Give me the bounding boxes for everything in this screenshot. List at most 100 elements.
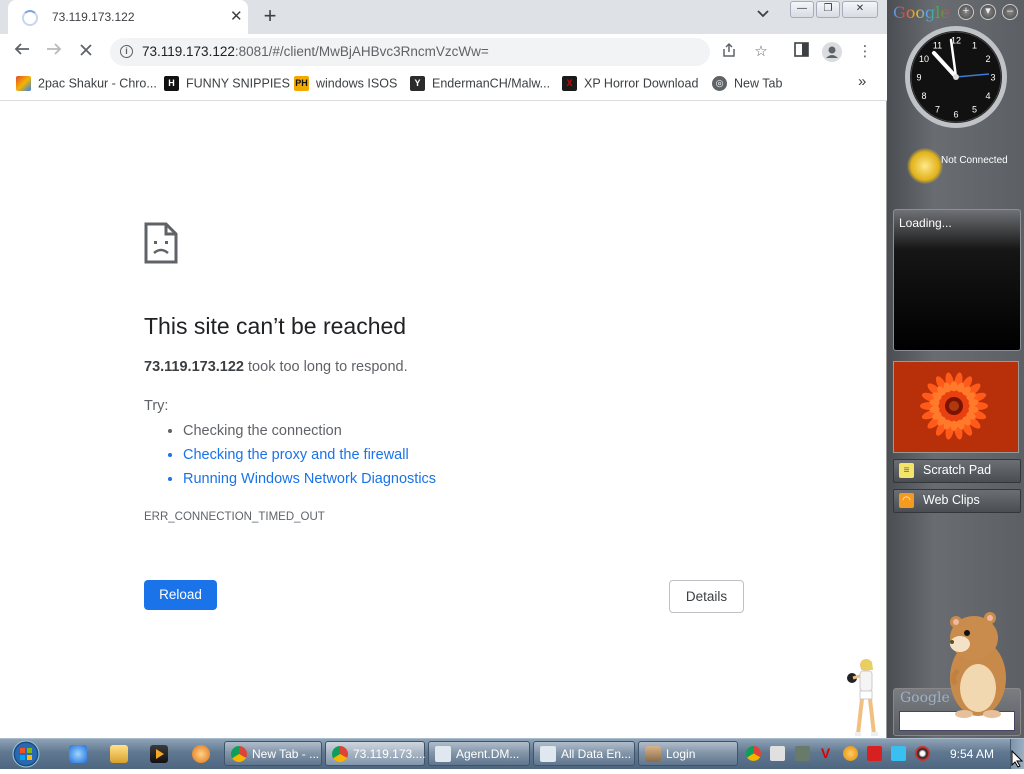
gadget-label: Web Clips <box>923 493 980 507</box>
start-button[interactable] <box>4 739 44 769</box>
tray-flag-icon[interactable] <box>867 746 882 761</box>
clock-numeral: 10 <box>919 54 929 64</box>
taskbar-item-active-browser[interactable]: 73.119.173.... <box>325 741 426 766</box>
taskbar-item-agent[interactable]: Agent.DM... <box>428 741 530 766</box>
minimize-button[interactable]: — <box>790 1 814 18</box>
reload-button[interactable]: Reload <box>144 580 217 610</box>
tab-active[interactable]: 73.119.173.122 ✕ <box>8 0 248 34</box>
media-player-icon[interactable] <box>150 745 168 763</box>
firefox-icon[interactable] <box>192 745 210 763</box>
clock-numeral: 11 <box>933 41 942 51</box>
url-text: 73.119.173.122:8081/#/client/MwBjAHBvc3R… <box>142 44 489 59</box>
side-panel-icon[interactable] <box>791 42 811 62</box>
task-label: Login <box>666 747 696 761</box>
clock-numeral: 9 <box>916 73 921 83</box>
suggestion-check-connection: Checking the connection <box>183 419 436 443</box>
file-explorer-icon[interactable] <box>110 745 128 763</box>
scratch-pad-gadget[interactable]: ≡ Scratch Pad <box>893 459 1021 483</box>
x-logo-icon: X <box>562 76 577 92</box>
taskbar-item-new-tab[interactable]: New Tab - ... <box>224 741 322 766</box>
tab-strip: 73.119.173.122 ✕ + — ❐ ✕ <box>0 0 887 34</box>
address-bar[interactable]: i 73.119.173.122:8081/#/client/MwBjAHBvc… <box>110 38 710 66</box>
menu-kebab-icon[interactable]: ⋮ <box>855 42 875 62</box>
bookmarks-overflow-icon[interactable]: » <box>858 73 866 91</box>
tray-search-icon[interactable] <box>843 746 858 761</box>
bookmark-label: New Tab <box>734 76 783 91</box>
tray-utility-icon[interactable] <box>795 746 810 761</box>
weather-sun-icon <box>907 148 943 184</box>
sad-document-icon <box>144 222 178 269</box>
desktop-buddy-figure-icon <box>842 656 884 743</box>
suggestion-list: Checking the connection Checking the pro… <box>144 419 436 491</box>
desktop-pet-hamster-icon <box>940 600 1012 725</box>
tab-search-icon[interactable] <box>757 6 769 21</box>
stop-loading-button[interactable] <box>73 39 99 65</box>
bookmark-item[interactable]: X XP Horror Download <box>562 76 698 94</box>
gadget-label: Scratch Pad <box>923 463 992 477</box>
url-path: :8081/#/client/MwBjAHBvc3RncmVzcWw= <box>234 44 489 59</box>
try-label: Try: <box>144 398 169 414</box>
clock-numeral: 8 <box>921 91 926 101</box>
loading-spinner-icon <box>22 10 38 26</box>
details-button[interactable]: Details <box>669 580 744 613</box>
clock-numeral: 7 <box>935 105 940 115</box>
sidebar-minimize-button[interactable]: – <box>1002 4 1018 20</box>
suggestion-check-proxy-link[interactable]: Checking the proxy and the firewall <box>183 443 436 467</box>
bookmark-label: 2pac Shakur - Chro... <box>38 76 157 91</box>
back-button[interactable] <box>9 39 35 65</box>
site-info-icon[interactable]: i <box>120 45 133 58</box>
internet-explorer-icon[interactable] <box>69 745 87 763</box>
close-window-button[interactable]: ✕ <box>842 1 878 18</box>
sidebar-menu-button[interactable]: ▾ <box>980 4 996 20</box>
bookmark-star-icon[interactable]: ☆ <box>751 42 771 62</box>
error-description-text: took too long to respond. <box>248 359 408 375</box>
bookmark-item[interactable]: 2pac Shakur - Chro... <box>16 76 157 94</box>
restore-button[interactable]: ❐ <box>816 1 840 18</box>
rss-icon: ◠ <box>899 493 914 508</box>
forward-button[interactable] <box>41 39 67 65</box>
sidebar-logo-text: Google <box>893 3 950 22</box>
bookmark-item[interactable]: PH windows ISOS <box>294 76 397 94</box>
tab-close-icon[interactable]: ✕ <box>230 7 243 25</box>
mouse-cursor-icon <box>1011 749 1024 773</box>
tray-monitor-icon[interactable] <box>891 746 906 761</box>
photo-gadget-flower[interactable] <box>893 361 1019 453</box>
taskbar-item-login[interactable]: Login <box>638 741 738 766</box>
tray-record-icon[interactable] <box>915 746 930 761</box>
bookmark-label: EndermanCH/Malw... <box>432 76 551 91</box>
ph-logo-icon: PH <box>294 76 309 92</box>
bookmark-label: FUNNY SNIPPIES <box>186 76 290 91</box>
task-label: New Tab - ... <box>252 747 320 761</box>
share-icon[interactable] <box>719 42 739 62</box>
web-clips-gadget[interactable]: ◠ Web Clips <box>893 489 1021 513</box>
new-tab-button[interactable]: + <box>258 3 282 29</box>
bookmark-item[interactable]: ◎ New Tab <box>712 76 782 94</box>
bookmarks-bar: 2pac Shakur - Chro... H FUNNY SNIPPIES PH… <box>0 70 887 101</box>
chrome-icon <box>332 746 348 762</box>
bookmark-label: windows ISOS <box>316 76 398 91</box>
tray-chrome-icon[interactable] <box>746 746 761 761</box>
taskbar-item-all-data[interactable]: All Data En... <box>533 741 635 766</box>
suggestion-network-diagnostics-link[interactable]: Running Windows Network Diagnostics <box>183 467 436 491</box>
taskbar: New Tab - ... 73.119.173.... Agent.DM...… <box>0 738 1024 769</box>
bookmark-item[interactable]: Y EndermanCH/Malw... <box>410 76 550 94</box>
tab-title: 73.119.173.122 <box>52 10 135 24</box>
add-gadget-button[interactable]: + <box>958 4 974 20</box>
bookmark-item[interactable]: H FUNNY SNIPPIES <box>164 76 290 94</box>
clock-numeral: 2 <box>985 54 990 64</box>
tray-tool-icon[interactable] <box>770 746 785 761</box>
error-code: ERR_CONNECTION_TIMED_OUT <box>144 511 325 523</box>
task-label: All Data En... <box>561 747 632 761</box>
error-page: This site can’t be reached 73.119.173.12… <box>0 101 886 738</box>
bookmark-label: XP Horror Download <box>584 76 699 91</box>
chrome-icon <box>231 746 247 762</box>
yp-logo-icon: Y <box>410 76 425 92</box>
news-gadget-panel[interactable]: Loading... <box>893 209 1021 351</box>
tray-v-icon[interactable]: V <box>818 746 833 761</box>
loading-text: Loading... <box>899 216 952 230</box>
clock-numeral: 4 <box>985 91 990 101</box>
taskbar-clock[interactable]: 9:54 AM <box>950 747 994 761</box>
sidebar-google-logo: Google <box>893 3 950 22</box>
profile-avatar-icon[interactable] <box>822 42 842 62</box>
sticky-note-icon: ≡ <box>899 463 914 478</box>
